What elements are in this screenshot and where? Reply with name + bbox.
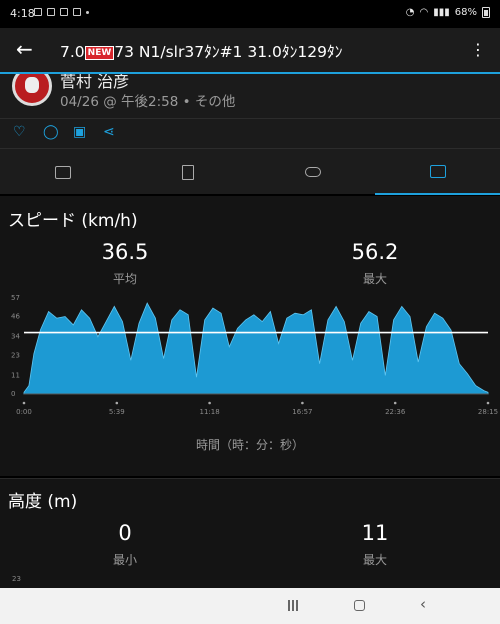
x-tick-mark <box>301 401 304 405</box>
heart-icon[interactable]: ♡ <box>13 124 26 140</box>
x-tick-mark <box>22 401 26 405</box>
camera-icon[interactable]: ▣ <box>73 124 86 140</box>
x-axis-title: 時間（時：分：秒） <box>195 438 304 452</box>
x-tick-label: 16:57 <box>292 408 312 416</box>
x-tick-mark <box>486 401 490 405</box>
social-actions: ♡ ◯ ▣ ⋖ <box>0 118 500 148</box>
wifi-icon: ◠ <box>419 7 429 18</box>
x-tick-mark <box>393 401 397 405</box>
more-notifications-icon <box>86 11 89 14</box>
avatar[interactable] <box>12 74 52 106</box>
profile-header: 菅村 治彦 04/26 @ 午後2:58 • その他 <box>0 74 500 118</box>
tab-charts[interactable] <box>375 149 500 195</box>
altitude-title: 高度 (m) <box>8 492 78 512</box>
altitude-section: 高度 (m) 0 最小 11 最大 23 <box>0 478 500 588</box>
tab-summary[interactable] <box>0 149 125 195</box>
comment-icon[interactable]: ◯ <box>43 124 59 140</box>
charts-tab-icon <box>429 164 446 178</box>
title-rest: 73 N1/slr37ﾀﾝ#1 31.0ﾀﾝ129ﾀﾝ <box>114 43 343 61</box>
activity-tabs <box>0 148 500 195</box>
home-icon[interactable] <box>354 600 365 611</box>
gallery-icon <box>34 8 42 16</box>
altitude-max-value: 11 <box>361 521 389 545</box>
y-tick-label: 34 <box>11 333 20 341</box>
back-arrow-icon[interactable]: ← <box>16 37 33 61</box>
speed-section: スピード (km/h) 36.5 平均 56.2 最大 0 11 23 34 46 57 0… <box>0 196 500 476</box>
tab-laps[interactable] <box>250 149 375 195</box>
laps-tab-icon <box>304 167 321 177</box>
altitude-min-value: 0 <box>118 521 132 545</box>
speed-max-value: 56.2 <box>351 240 399 264</box>
altitude-max-label: 最大 <box>362 553 387 567</box>
app-bar: ← 7.0 NEW 73 N1/slr37ﾀﾝ#1 31.0ﾀﾝ129ﾀﾝ ⋮ <box>0 28 500 72</box>
x-tick-mark <box>208 401 211 405</box>
speed-chart[interactable]: 0 11 23 34 46 57 0:00 5:39 11:18 16:57 22:36 28:15 <box>0 292 500 422</box>
music-note-icon <box>60 8 68 16</box>
notification-icons <box>34 8 89 16</box>
y-tick-label: 46 <box>11 313 20 321</box>
speed-series-area <box>23 302 489 395</box>
activity-date: 04/26 @ 午後2:58 • その他 <box>60 94 236 110</box>
new-badge: NEW <box>84 46 115 60</box>
battery-percent: 68% <box>454 7 477 18</box>
more-vert-icon[interactable]: ⋮ <box>470 40 486 59</box>
recents-icon[interactable] <box>288 600 299 611</box>
title-distance: 7.0 <box>60 43 85 61</box>
signal-icon: ▮▮▮ <box>433 7 450 18</box>
speed-max-label: 最大 <box>362 272 387 286</box>
y-tick-label: 0 <box>11 390 15 398</box>
activity-title: 7.0 NEW 73 N1/slr37ﾀﾝ#1 31.0ﾀﾝ129ﾀﾝ <box>60 40 342 62</box>
altitude-min-label: 最小 <box>112 553 137 567</box>
y-tick-label: 11 <box>11 371 20 379</box>
share-icon[interactable]: ⋖ <box>103 124 115 140</box>
app-notification-icon <box>47 8 55 16</box>
x-tick-label: 28:15 <box>478 408 498 416</box>
system-nav-bar: ‹ <box>0 588 500 624</box>
x-tick-label: 5:39 <box>109 408 125 416</box>
settings-notification-icon <box>73 8 81 16</box>
tab-details[interactable] <box>125 149 250 195</box>
status-time: 4:18 <box>10 7 35 20</box>
status-bar: 4:18 ◔ ◠ ▮▮▮ 68% <box>0 0 500 28</box>
summary-tab-icon <box>54 165 71 179</box>
x-tick-mark <box>115 401 119 405</box>
details-tab-icon <box>181 164 194 180</box>
y-tick-label: 57 <box>11 294 20 302</box>
speed-avg-value: 36.5 <box>101 240 149 264</box>
x-tick-label: 22:36 <box>385 408 406 416</box>
alarm-icon: ◔ <box>405 7 415 18</box>
speed-avg-label: 平均 <box>112 272 137 286</box>
speed-title: スピード (km/h) <box>8 211 138 231</box>
altitude-first-tick: 23 <box>12 575 21 583</box>
x-tick-label: 0:00 <box>16 408 32 416</box>
battery-icon <box>482 7 490 18</box>
x-tick-label: 11:18 <box>200 408 220 416</box>
nav-back-icon[interactable]: ‹ <box>420 595 426 613</box>
y-tick-label: 23 <box>11 351 20 359</box>
system-indicators: ◔ ◠ ▮▮▮ 68% <box>406 7 490 18</box>
